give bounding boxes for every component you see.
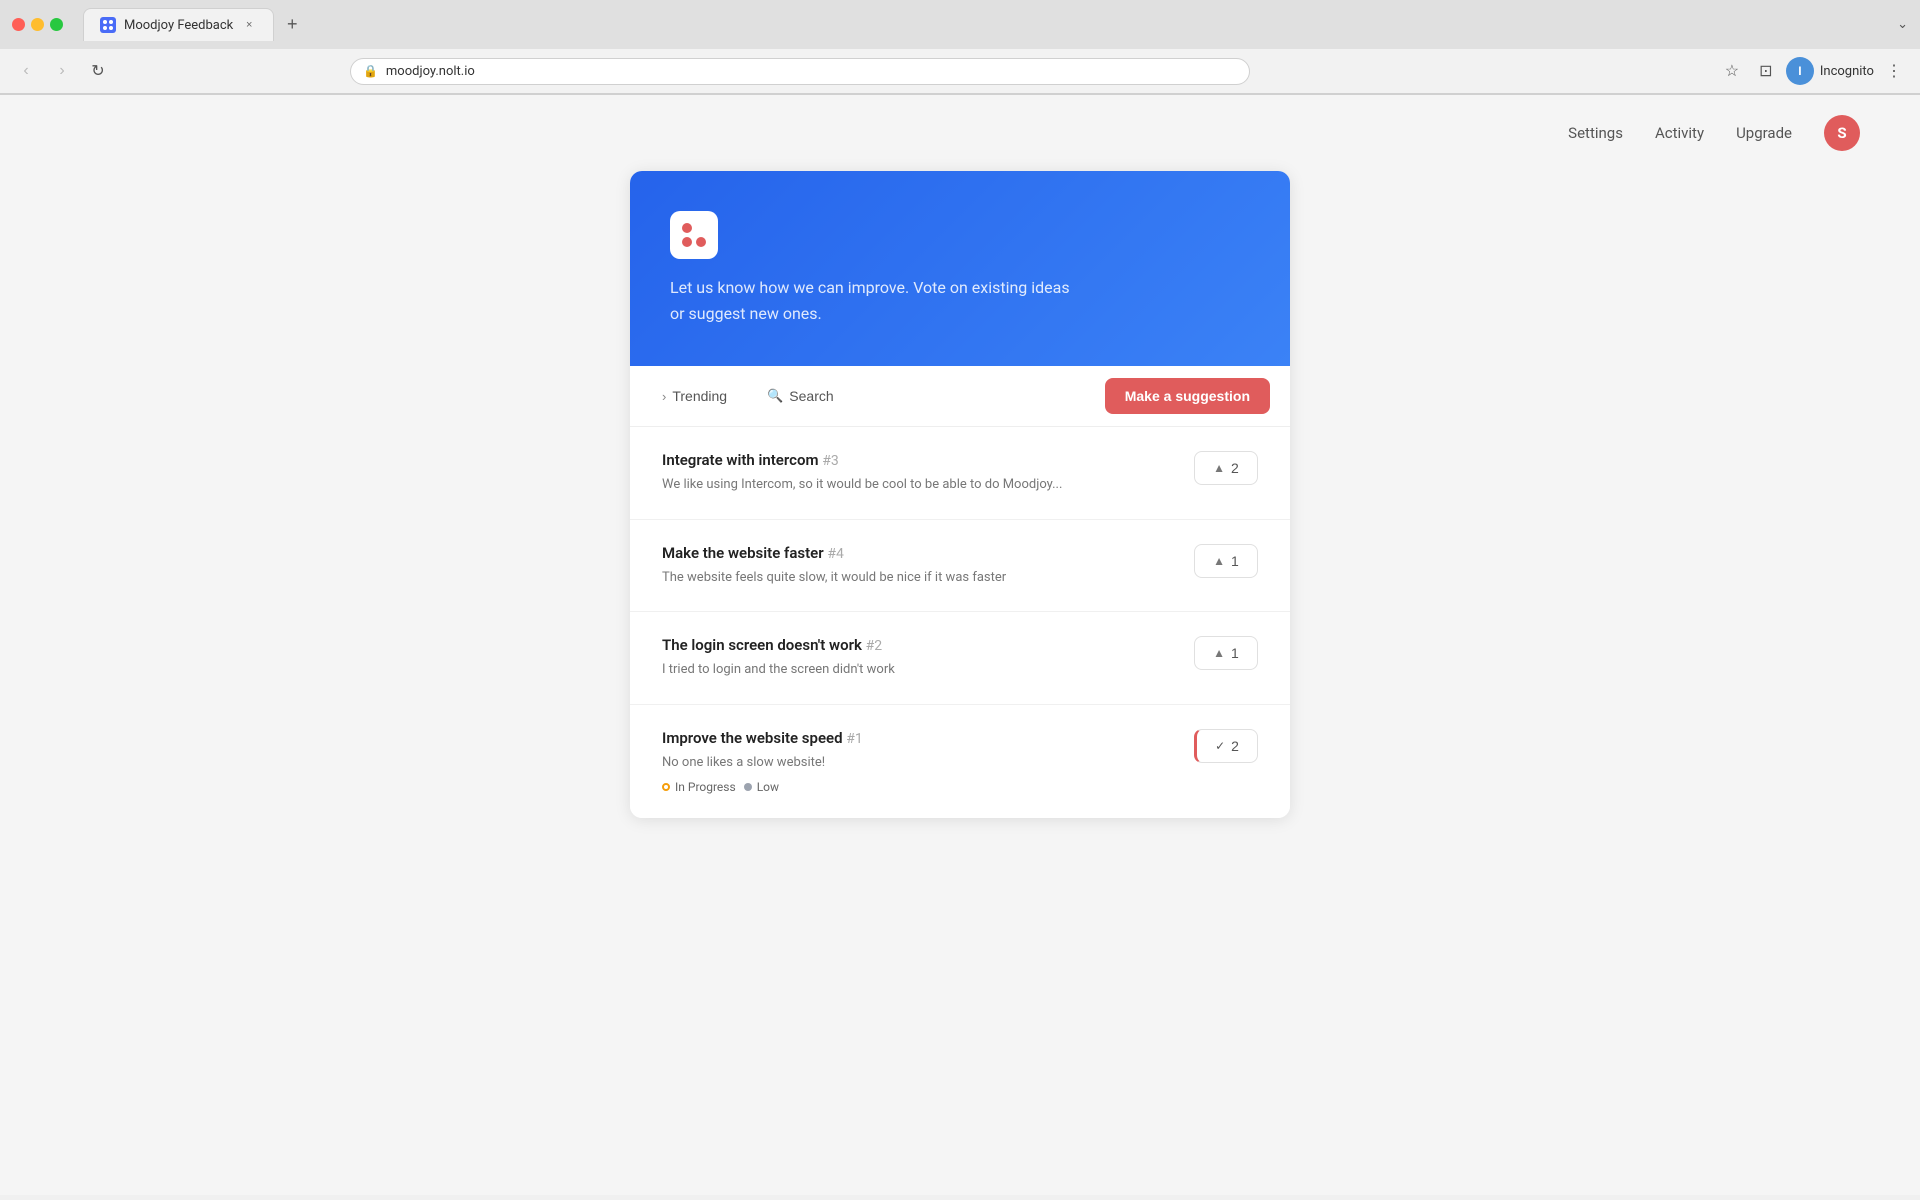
toolbar-right: ☆ ⊡ I Incognito ⋮ (1718, 57, 1908, 85)
browser-tab[interactable]: Moodjoy Feedback × (83, 8, 274, 41)
address-bar[interactable]: 🔒 moodjoy.nolt.io (350, 58, 1250, 85)
feedback-item: Improve the website speed #1 No one likes… (630, 705, 1290, 819)
tag-dot-gray (744, 783, 752, 791)
tag-dot-yellow (662, 783, 670, 791)
browser-menu-button[interactable]: ⋮ (1880, 57, 1908, 85)
tab-favicon (100, 17, 116, 33)
tag-label: Low (757, 780, 779, 794)
vote-count-2: 1 (1231, 553, 1239, 569)
feedback-item: The login screen doesn't work #2 I tried … (630, 612, 1290, 705)
vote-count-1: 2 (1231, 460, 1239, 476)
feedback-content-2: Make the website faster #4 The website fe… (662, 544, 1178, 588)
back-button[interactable]: ‹ (12, 57, 40, 85)
feedback-content-3: The login screen doesn't work #2 I tried … (662, 636, 1178, 680)
trending-label: Trending (672, 388, 727, 404)
lock-icon: 🔒 (363, 64, 378, 78)
tag-label: In Progress (675, 780, 736, 794)
tab-close-button[interactable]: × (241, 17, 257, 33)
feedback-title-4: Improve the website speed #1 (662, 729, 1178, 747)
vote-button-3[interactable]: ▲ 1 (1194, 636, 1258, 670)
tab-title: Moodjoy Feedback (124, 18, 233, 33)
window-close-button[interactable] (12, 18, 25, 31)
arrow-icon: ▲ (1213, 554, 1225, 568)
browser-titlebar: Moodjoy Feedback × + ⌄ (0, 0, 1920, 49)
window-maximize-button[interactable] (50, 18, 63, 31)
feedback-card: Let us know how we can improve. Vote on … (630, 171, 1290, 818)
vote-count-3: 1 (1231, 645, 1239, 661)
feedback-desc-2: The website feels quite slow, it would b… (662, 568, 1178, 588)
new-tab-button[interactable]: + (278, 11, 306, 39)
vote-button-2[interactable]: ▲ 1 (1194, 544, 1258, 578)
settings-link[interactable]: Settings (1568, 124, 1623, 142)
hero-section: Let us know how we can improve. Vote on … (630, 171, 1290, 366)
profile-button[interactable]: I (1786, 57, 1814, 85)
vote-count-4: 2 (1231, 738, 1239, 754)
logo-dots (678, 219, 710, 251)
feedback-title-2: Make the website faster #4 (662, 544, 1178, 562)
upgrade-link[interactable]: Upgrade (1736, 124, 1792, 142)
check-icon: ✓ (1215, 739, 1225, 753)
feedback-title-3: The login screen doesn't work #2 (662, 636, 1178, 654)
window-buttons (12, 18, 63, 31)
search-label: Search (789, 388, 833, 404)
trending-chevron-icon: › (662, 389, 666, 404)
activity-link[interactable]: Activity (1655, 124, 1704, 142)
feedback-title-1: Integrate with intercom #3 (662, 451, 1178, 469)
logo-dot-1 (682, 223, 692, 233)
forward-button[interactable]: › (48, 57, 76, 85)
arrow-icon: ▲ (1213, 461, 1225, 475)
app-nav: Settings Activity Upgrade (1568, 124, 1792, 142)
feedback-number-4: #1 (846, 731, 863, 747)
search-icon: 🔍 (767, 388, 783, 404)
url-text: moodjoy.nolt.io (386, 64, 1237, 79)
forward-icon: › (59, 62, 64, 80)
user-avatar[interactable]: S (1824, 115, 1860, 151)
extension-button[interactable]: ⊡ (1752, 57, 1780, 85)
logo-dot-4 (696, 237, 706, 247)
feedback-item: Integrate with intercom #3 We like using … (630, 427, 1290, 520)
profile-initial: I (1798, 64, 1801, 78)
tag-low: Low (744, 780, 779, 794)
feedback-number-1: #3 (822, 453, 839, 469)
extension-icon: ⊡ (1759, 61, 1772, 81)
tab-bar: Moodjoy Feedback × + (71, 8, 1889, 41)
feedback-desc-4: No one likes a slow website! (662, 753, 1178, 773)
reload-icon: ↻ (91, 61, 104, 81)
app-container: Settings Activity Upgrade S Let us know … (0, 95, 1920, 1195)
tag-in-progress: In Progress (662, 780, 736, 794)
feedback-tags-4: In Progress Low (662, 780, 1178, 794)
vote-button-1[interactable]: ▲ 2 (1194, 451, 1258, 485)
feedback-toolbar: › Trending 🔍 Search Make a suggestion (630, 366, 1290, 427)
logo-dot-2 (696, 223, 706, 233)
logo-dot-3 (682, 237, 692, 247)
arrow-icon: ▲ (1213, 646, 1225, 660)
browser-chrome: Moodjoy Feedback × + ⌄ ‹ › ↻ 🔒 moodjoy.n… (0, 0, 1920, 95)
feedback-number-2: #4 (827, 546, 844, 562)
back-icon: ‹ (23, 62, 28, 80)
browser-toolbar: ‹ › ↻ 🔒 moodjoy.nolt.io ☆ ⊡ I Incognito … (0, 49, 1920, 94)
menu-icon: ⋮ (1886, 61, 1902, 81)
feedback-number-3: #2 (866, 638, 883, 654)
bookmark-icon: ☆ (1725, 61, 1739, 81)
vote-button-4[interactable]: ✓ 2 (1194, 729, 1258, 763)
bookmark-button[interactable]: ☆ (1718, 57, 1746, 85)
feedback-content-1: Integrate with intercom #3 We like using … (662, 451, 1178, 495)
feedback-list: Integrate with intercom #3 We like using … (630, 427, 1290, 818)
search-button[interactable]: 🔍 Search (755, 380, 846, 412)
feedback-desc-1: We like using Intercom, so it would be c… (662, 475, 1178, 495)
trending-button[interactable]: › Trending (650, 380, 739, 412)
reload-button[interactable]: ↻ (84, 57, 112, 85)
make-suggestion-button[interactable]: Make a suggestion (1105, 378, 1270, 414)
hero-tagline: Let us know how we can improve. Vote on … (670, 275, 1070, 326)
feedback-item: Make the website faster #4 The website fe… (630, 520, 1290, 613)
app-logo (670, 211, 718, 259)
feedback-content-4: Improve the website speed #1 No one likes… (662, 729, 1178, 795)
app-header: Settings Activity Upgrade S (0, 95, 1920, 171)
profile-label: Incognito (1820, 64, 1874, 79)
window-chevron-icon: ⌄ (1897, 17, 1908, 32)
feedback-desc-3: I tried to login and the screen didn't w… (662, 660, 1178, 680)
main-content: Let us know how we can improve. Vote on … (0, 171, 1920, 878)
window-minimize-button[interactable] (31, 18, 44, 31)
